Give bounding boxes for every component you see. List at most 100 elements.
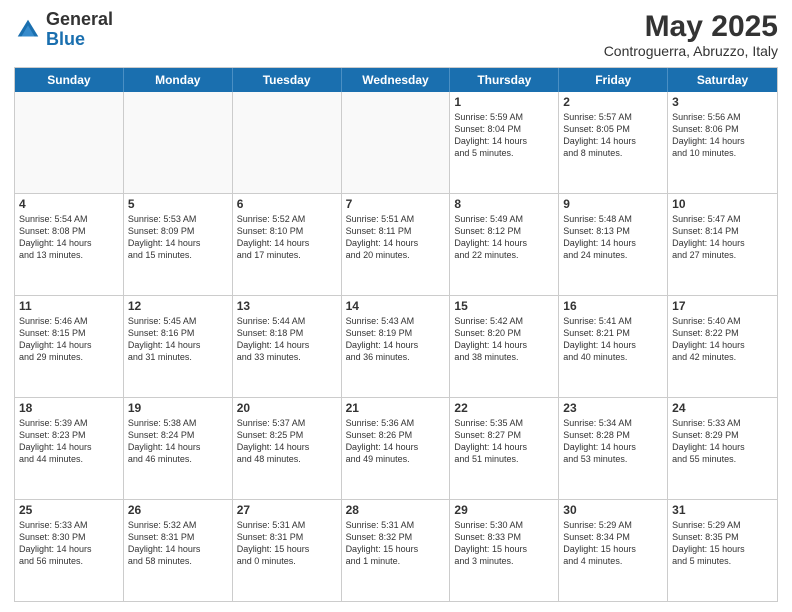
day-number: 16: [563, 299, 663, 313]
cell-info: Sunrise: 5:33 AM Sunset: 8:30 PM Dayligh…: [19, 519, 119, 568]
cell-info: Sunrise: 5:39 AM Sunset: 8:23 PM Dayligh…: [19, 417, 119, 466]
cell-info: Sunrise: 5:49 AM Sunset: 8:12 PM Dayligh…: [454, 213, 554, 262]
day-number: 12: [128, 299, 228, 313]
header-day-monday: Monday: [124, 68, 233, 92]
calendar-cell: 23 Sunrise: 5:34 AM Sunset: 8:28 PM Dayli…: [559, 398, 668, 499]
day-number: 1: [454, 95, 554, 109]
cell-info: Sunrise: 5:37 AM Sunset: 8:25 PM Dayligh…: [237, 417, 337, 466]
title-block: May 2025 Controguerra, Abruzzo, Italy: [604, 10, 778, 59]
cell-info: Sunrise: 5:34 AM Sunset: 8:28 PM Dayligh…: [563, 417, 663, 466]
cell-info: Sunrise: 5:48 AM Sunset: 8:13 PM Dayligh…: [563, 213, 663, 262]
location: Controguerra, Abruzzo, Italy: [604, 43, 778, 59]
header-day-thursday: Thursday: [450, 68, 559, 92]
calendar-cell: 4 Sunrise: 5:54 AM Sunset: 8:08 PM Daylig…: [15, 194, 124, 295]
cell-info: Sunrise: 5:45 AM Sunset: 8:16 PM Dayligh…: [128, 315, 228, 364]
cell-info: Sunrise: 5:54 AM Sunset: 8:08 PM Dayligh…: [19, 213, 119, 262]
cell-info: Sunrise: 5:30 AM Sunset: 8:33 PM Dayligh…: [454, 519, 554, 568]
calendar-cell: 17 Sunrise: 5:40 AM Sunset: 8:22 PM Dayli…: [668, 296, 777, 397]
calendar-cell: 10 Sunrise: 5:47 AM Sunset: 8:14 PM Dayli…: [668, 194, 777, 295]
cell-info: Sunrise: 5:32 AM Sunset: 8:31 PM Dayligh…: [128, 519, 228, 568]
day-number: 20: [237, 401, 337, 415]
day-number: 6: [237, 197, 337, 211]
day-number: 15: [454, 299, 554, 313]
day-number: 8: [454, 197, 554, 211]
calendar-cell: 3Sunrise: 5:56 AM Sunset: 8:06 PM Daylig…: [668, 92, 777, 193]
calendar-cell: 11 Sunrise: 5:46 AM Sunset: 8:15 PM Dayli…: [15, 296, 124, 397]
cell-info: Sunrise: 5:40 AM Sunset: 8:22 PM Dayligh…: [672, 315, 773, 364]
day-number: 10: [672, 197, 773, 211]
header-day-wednesday: Wednesday: [342, 68, 451, 92]
calendar-cell: [15, 92, 124, 193]
day-number: 29: [454, 503, 554, 517]
header-day-sunday: Sunday: [15, 68, 124, 92]
calendar-cell: 25 Sunrise: 5:33 AM Sunset: 8:30 PM Dayli…: [15, 500, 124, 601]
cell-info: Sunrise: 5:59 AM Sunset: 8:04 PM Dayligh…: [454, 111, 554, 160]
cell-info: Sunrise: 5:31 AM Sunset: 8:31 PM Dayligh…: [237, 519, 337, 568]
calendar-cell: 16 Sunrise: 5:41 AM Sunset: 8:21 PM Dayli…: [559, 296, 668, 397]
day-number: 22: [454, 401, 554, 415]
calendar-cell: 5 Sunrise: 5:53 AM Sunset: 8:09 PM Daylig…: [124, 194, 233, 295]
calendar-cell: 28Sunrise: 5:31 AM Sunset: 8:32 PM Dayli…: [342, 500, 451, 601]
cell-info: Sunrise: 5:29 AM Sunset: 8:34 PM Dayligh…: [563, 519, 663, 568]
calendar-cell: 18Sunrise: 5:39 AM Sunset: 8:23 PM Dayli…: [15, 398, 124, 499]
calendar-cell: 30 Sunrise: 5:29 AM Sunset: 8:34 PM Dayli…: [559, 500, 668, 601]
cell-info: Sunrise: 5:47 AM Sunset: 8:14 PM Dayligh…: [672, 213, 773, 262]
day-number: 25: [19, 503, 119, 517]
calendar-cell: 12 Sunrise: 5:45 AM Sunset: 8:16 PM Dayli…: [124, 296, 233, 397]
cell-info: Sunrise: 5:41 AM Sunset: 8:21 PM Dayligh…: [563, 315, 663, 364]
day-number: 26: [128, 503, 228, 517]
day-number: 7: [346, 197, 446, 211]
calendar-header: SundayMondayTuesdayWednesdayThursdayFrid…: [15, 68, 777, 92]
cell-info: Sunrise: 5:52 AM Sunset: 8:10 PM Dayligh…: [237, 213, 337, 262]
day-number: 4: [19, 197, 119, 211]
cell-info: Sunrise: 5:38 AM Sunset: 8:24 PM Dayligh…: [128, 417, 228, 466]
cell-info: Sunrise: 5:42 AM Sunset: 8:20 PM Dayligh…: [454, 315, 554, 364]
day-number: 9: [563, 197, 663, 211]
day-number: 5: [128, 197, 228, 211]
calendar-cell: 24Sunrise: 5:33 AM Sunset: 8:29 PM Dayli…: [668, 398, 777, 499]
calendar-cell: 14 Sunrise: 5:43 AM Sunset: 8:19 PM Dayli…: [342, 296, 451, 397]
calendar-cell: [342, 92, 451, 193]
cell-info: Sunrise: 5:36 AM Sunset: 8:26 PM Dayligh…: [346, 417, 446, 466]
page: General Blue May 2025 Controguerra, Abru…: [0, 0, 792, 612]
day-number: 11: [19, 299, 119, 313]
calendar-row-2: 11 Sunrise: 5:46 AM Sunset: 8:15 PM Dayli…: [15, 296, 777, 398]
day-number: 30: [563, 503, 663, 517]
calendar-cell: 19 Sunrise: 5:38 AM Sunset: 8:24 PM Dayli…: [124, 398, 233, 499]
day-number: 23: [563, 401, 663, 415]
header: General Blue May 2025 Controguerra, Abru…: [14, 10, 778, 59]
day-number: 24: [672, 401, 773, 415]
cell-info: Sunrise: 5:51 AM Sunset: 8:11 PM Dayligh…: [346, 213, 446, 262]
calendar-body: 1 Sunrise: 5:59 AM Sunset: 8:04 PM Daylig…: [15, 92, 777, 601]
cell-info: Sunrise: 5:29 AM Sunset: 8:35 PM Dayligh…: [672, 519, 773, 568]
day-number: 17: [672, 299, 773, 313]
calendar-cell: 15 Sunrise: 5:42 AM Sunset: 8:20 PM Dayli…: [450, 296, 559, 397]
calendar-row-3: 18Sunrise: 5:39 AM Sunset: 8:23 PM Dayli…: [15, 398, 777, 500]
logo-icon: [14, 16, 42, 44]
day-number: 28: [346, 503, 446, 517]
calendar-cell: 8 Sunrise: 5:49 AM Sunset: 8:12 PM Daylig…: [450, 194, 559, 295]
day-number: 31: [672, 503, 773, 517]
cell-info: Sunrise: 5:44 AM Sunset: 8:18 PM Dayligh…: [237, 315, 337, 364]
calendar-cell: 29 Sunrise: 5:30 AM Sunset: 8:33 PM Dayli…: [450, 500, 559, 601]
header-day-friday: Friday: [559, 68, 668, 92]
calendar-row-4: 25 Sunrise: 5:33 AM Sunset: 8:30 PM Dayli…: [15, 500, 777, 601]
calendar-cell: 1 Sunrise: 5:59 AM Sunset: 8:04 PM Daylig…: [450, 92, 559, 193]
calendar-cell: 22 Sunrise: 5:35 AM Sunset: 8:27 PM Dayli…: [450, 398, 559, 499]
calendar-cell: 27 Sunrise: 5:31 AM Sunset: 8:31 PM Dayli…: [233, 500, 342, 601]
day-number: 19: [128, 401, 228, 415]
calendar-cell: 9 Sunrise: 5:48 AM Sunset: 8:13 PM Daylig…: [559, 194, 668, 295]
cell-info: Sunrise: 5:46 AM Sunset: 8:15 PM Dayligh…: [19, 315, 119, 364]
cell-info: Sunrise: 5:43 AM Sunset: 8:19 PM Dayligh…: [346, 315, 446, 364]
cell-info: Sunrise: 5:35 AM Sunset: 8:27 PM Dayligh…: [454, 417, 554, 466]
day-number: 27: [237, 503, 337, 517]
logo-text: General Blue: [46, 10, 113, 50]
month-title: May 2025: [604, 10, 778, 43]
calendar-cell: 6 Sunrise: 5:52 AM Sunset: 8:10 PM Daylig…: [233, 194, 342, 295]
cell-info: Sunrise: 5:53 AM Sunset: 8:09 PM Dayligh…: [128, 213, 228, 262]
header-day-tuesday: Tuesday: [233, 68, 342, 92]
cell-info: Sunrise: 5:56 AM Sunset: 8:06 PM Dayligh…: [672, 111, 773, 160]
calendar-cell: 31 Sunrise: 5:29 AM Sunset: 8:35 PM Dayli…: [668, 500, 777, 601]
day-number: 14: [346, 299, 446, 313]
day-number: 13: [237, 299, 337, 313]
